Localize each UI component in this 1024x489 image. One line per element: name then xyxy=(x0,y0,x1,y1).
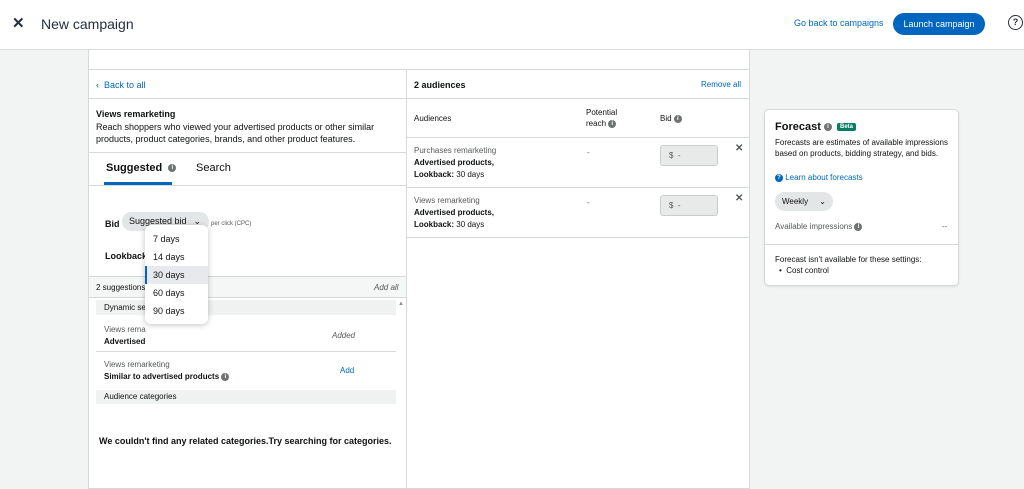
info-icon: i xyxy=(854,222,863,231)
question-icon: ? xyxy=(775,173,783,182)
audience-row-sub: Views remarketing xyxy=(414,196,480,205)
remove-audience-icon[interactable]: ✕ xyxy=(735,193,743,204)
lookback-option-7[interactable]: 7 days xyxy=(145,230,208,248)
suggestion-row-main: Similar to advertised products i xyxy=(104,372,230,381)
top-bar: ✕ New campaign Go back to campaigns Laun… xyxy=(0,0,1024,50)
add-suggestion-button[interactable]: Add xyxy=(340,366,354,375)
info-icon: i xyxy=(673,114,682,123)
add-all-link[interactable]: Add all xyxy=(374,283,398,292)
bid-label: Bid xyxy=(105,219,120,229)
suggestions-column: ‹ Back to all Views remarketing Reach sh… xyxy=(89,70,407,489)
forecast-period-select[interactable]: Weekly ⌄ xyxy=(775,192,833,211)
selected-audiences-column: 2 audiences Remove all Audiences Potenti… xyxy=(407,70,749,489)
bid-input[interactable]: $ - xyxy=(660,145,718,166)
empty-categories-message: We couldn't find any related categories.… xyxy=(99,436,392,446)
bid-value: - xyxy=(677,151,681,160)
tab-suggested-label: Suggested xyxy=(106,162,163,174)
panel-top-strip xyxy=(89,50,749,70)
per-click-label: per click (CPC) xyxy=(211,221,252,227)
divider xyxy=(407,98,749,99)
divider xyxy=(89,152,406,153)
info-icon: i xyxy=(608,119,617,128)
currency-symbol: $ xyxy=(669,151,674,160)
divider xyxy=(765,244,958,245)
beta-badge: Beta xyxy=(837,123,857,131)
available-impressions-value: -- xyxy=(942,222,948,231)
suggestions-count: 2 suggestions xyxy=(96,283,146,292)
audience-row-lookback: Lookback: 30 days xyxy=(414,220,484,229)
forecast-period-value: Weekly xyxy=(782,197,809,206)
forecast-description: Forecasts are estimates of available imp… xyxy=(775,138,948,158)
lookback-option-90[interactable]: 90 days xyxy=(145,302,208,320)
launch-campaign-button[interactable]: Launch campaign xyxy=(893,13,985,35)
lookback-option-60[interactable]: 60 days xyxy=(145,284,208,302)
info-icon: i xyxy=(221,372,230,381)
lookback-option-14[interactable]: 14 days xyxy=(145,248,208,266)
section-description: Reach shoppers who viewed your advertise… xyxy=(96,122,375,144)
back-to-all-link[interactable]: ‹ Back to all xyxy=(96,80,146,90)
audience-row-main: Advertised products, xyxy=(414,158,495,167)
page-title: New campaign xyxy=(41,16,134,32)
suggestion-row-main-text: Similar to advertised products xyxy=(104,372,220,381)
column-header-audiences: Audiences xyxy=(414,114,452,123)
audience-row-lookback: Lookback: 30 days xyxy=(414,170,484,179)
lookback-key: Lookback: xyxy=(414,170,455,179)
divider xyxy=(407,237,749,238)
forecast-title-text: Forecast xyxy=(775,121,821,133)
back-to-all-label: Back to all xyxy=(104,80,146,90)
column-header-potential-reach: Potential reach i xyxy=(586,107,626,129)
audience-row-main: Advertised products, xyxy=(414,208,495,217)
section-title: Views remarketing xyxy=(96,109,176,119)
suggestion-row-sub: Views remarketing xyxy=(104,360,170,369)
lookback-dropdown-menu: 7 days 14 days 30 days 60 days 90 days xyxy=(145,225,208,324)
forecast-title: Forecast i xyxy=(775,121,832,133)
forecast-card: Forecast i Beta Forecasts are estimates … xyxy=(764,109,959,286)
close-icon[interactable]: ✕ xyxy=(12,14,25,32)
suggestions-bar: 2 suggestions Add all xyxy=(89,276,406,298)
divider xyxy=(89,185,406,186)
lookback-value: 30 days xyxy=(454,170,485,179)
bid-header-label: Bid xyxy=(660,114,672,123)
divider xyxy=(407,187,749,188)
divider xyxy=(407,137,749,138)
available-impressions-text: Available impressions xyxy=(775,222,853,231)
group-header-audience-categories: Audience categories xyxy=(96,390,396,404)
chevron-down-icon: ⌄ xyxy=(819,197,826,206)
remove-audience-icon[interactable]: ✕ xyxy=(735,143,743,154)
lookback-label: Lookback xyxy=(105,251,148,261)
go-back-to-campaigns-link[interactable]: Go back to campaigns xyxy=(794,18,884,28)
potential-reach-value: - xyxy=(587,148,590,157)
suggestion-row-sub: Views rema xyxy=(104,325,146,334)
divider xyxy=(96,351,396,352)
lookback-key: Lookback: xyxy=(414,220,455,229)
forecast-unavailable-reason: • Cost control xyxy=(779,266,829,275)
suggestion-row-main: Advertised xyxy=(104,337,146,346)
available-impressions-label: Available impressions i xyxy=(775,222,863,231)
remove-all-link[interactable]: Remove all xyxy=(701,80,741,89)
column-header-bid: Bid i xyxy=(660,113,682,124)
lookback-value: 30 days xyxy=(454,220,485,229)
info-icon: i xyxy=(168,164,177,173)
potential-reach-value: - xyxy=(587,198,590,207)
scroll-up-icon[interactable]: ▲ xyxy=(398,301,404,307)
group-header-dynamic: Dynamic se xyxy=(96,300,396,315)
help-icon[interactable]: ? xyxy=(1008,15,1023,30)
learn-about-forecasts-link[interactable]: ? Learn about forecasts xyxy=(775,173,863,182)
tab-search[interactable]: Search xyxy=(196,162,231,174)
added-status: Added xyxy=(332,331,356,340)
tab-suggested[interactable]: Suggested i xyxy=(106,162,177,174)
forecast-unavailable-note: Forecast isn't available for these setti… xyxy=(775,255,922,264)
divider xyxy=(89,98,406,99)
reason-text: Cost control xyxy=(786,266,829,275)
lookback-option-30[interactable]: 30 days xyxy=(145,266,208,284)
currency-symbol: $ xyxy=(669,201,674,210)
learn-link-text: Learn about forecasts xyxy=(785,173,863,182)
bid-input[interactable]: $ - xyxy=(660,195,718,216)
audience-row-sub: Purchases remarketing xyxy=(414,146,497,155)
audiences-count: 2 audiences xyxy=(414,80,466,90)
bid-value: - xyxy=(677,201,681,210)
info-icon: i xyxy=(823,123,832,132)
